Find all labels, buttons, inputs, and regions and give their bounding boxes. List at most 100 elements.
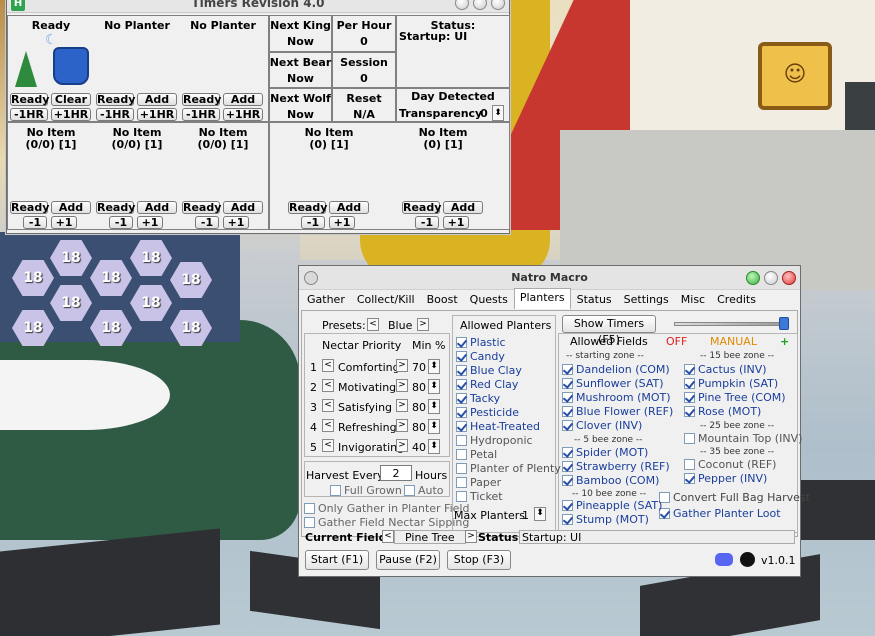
planter-minus-hour-button[interactable]: -1HR xyxy=(10,108,48,121)
item-plus-button[interactable]: +1 xyxy=(137,216,163,229)
field-checkbox[interactable] xyxy=(562,420,573,431)
slider-track[interactable] xyxy=(674,322,788,326)
auto-checkbox[interactable] xyxy=(404,485,415,496)
github-icon[interactable] xyxy=(740,552,755,567)
nectar-next-button[interactable]: > xyxy=(396,439,408,452)
nectar-prev-button[interactable]: < xyxy=(322,379,334,392)
tab-settings[interactable]: Settings xyxy=(618,290,675,309)
item-add-button[interactable]: Add xyxy=(223,201,263,214)
item-minus-button[interactable]: -1 xyxy=(195,216,219,229)
maximize-button[interactable] xyxy=(746,271,760,285)
harvest-hours-input[interactable]: 2 xyxy=(380,465,412,481)
preset-prev-button[interactable]: < xyxy=(367,318,379,331)
tab-quests[interactable]: Quests xyxy=(464,290,514,309)
gather-nectar-checkbox[interactable] xyxy=(304,517,315,528)
tab-gather[interactable]: Gather xyxy=(301,290,351,309)
planter-plus-hour-button[interactable]: +1HR xyxy=(223,108,263,121)
planter-checkbox[interactable] xyxy=(456,449,467,460)
item-plus-button[interactable]: +1 xyxy=(329,216,355,229)
nectar-min-spinner[interactable]: ⬍ xyxy=(428,359,440,374)
tab-status[interactable]: Status xyxy=(571,290,618,309)
field-checkbox[interactable] xyxy=(562,500,573,511)
full-grown-checkbox[interactable] xyxy=(330,485,341,496)
item-ready-button[interactable]: Ready xyxy=(10,201,49,214)
planter-checkbox[interactable] xyxy=(456,393,467,404)
tab-collect-kill[interactable]: Collect/Kill xyxy=(351,290,421,309)
item-ready-button[interactable]: Ready xyxy=(402,201,441,214)
item-add-button[interactable]: Add xyxy=(329,201,369,214)
planter-minus-hour-button[interactable]: -1HR xyxy=(182,108,220,121)
nectar-prev-button[interactable]: < xyxy=(322,419,334,432)
nectar-prev-button[interactable]: < xyxy=(322,359,334,372)
manual-mode-label[interactable]: MANUAL xyxy=(710,335,757,348)
planter-checkbox[interactable] xyxy=(456,421,467,432)
field-checkbox[interactable] xyxy=(562,461,573,472)
minimize-button[interactable] xyxy=(764,271,778,285)
auto-field-off-toggle[interactable]: OFF xyxy=(666,335,687,348)
nectar-min-spinner[interactable]: ⬍ xyxy=(428,379,440,394)
planter-checkbox[interactable] xyxy=(456,337,467,348)
preset-next-button[interactable]: > xyxy=(417,318,429,331)
nectar-next-button[interactable]: > xyxy=(396,419,408,432)
field-checkbox[interactable] xyxy=(562,392,573,403)
tab-planters[interactable]: Planters xyxy=(513,288,571,309)
item-minus-button[interactable]: -1 xyxy=(23,216,47,229)
natro-titlebar[interactable]: Natro Macro xyxy=(299,266,800,290)
field-prev-button[interactable]: < xyxy=(382,530,394,543)
stop-button[interactable]: Stop (F3) xyxy=(447,550,511,570)
slider-thumb[interactable] xyxy=(779,317,789,330)
field-checkbox[interactable] xyxy=(684,433,695,444)
field-checkbox[interactable] xyxy=(684,392,695,403)
item-add-button[interactable]: Add xyxy=(51,201,91,214)
max-planters-spinner[interactable]: ⬍ xyxy=(534,507,546,521)
tab-misc[interactable]: Misc xyxy=(675,290,711,309)
nectar-prev-button[interactable]: < xyxy=(322,399,334,412)
field-checkbox[interactable] xyxy=(562,447,573,458)
planter-clear-button[interactable]: Clear xyxy=(51,93,91,106)
item-plus-button[interactable]: +1 xyxy=(443,216,469,229)
field-checkbox[interactable] xyxy=(684,406,695,417)
field-checkbox[interactable] xyxy=(684,473,695,484)
field-checkbox[interactable] xyxy=(562,514,573,525)
nectar-next-button[interactable]: > xyxy=(396,399,408,412)
close-button[interactable] xyxy=(491,0,505,10)
close-button[interactable] xyxy=(782,271,796,285)
nectar-next-button[interactable]: > xyxy=(396,359,408,372)
planter-ready-button[interactable]: Ready xyxy=(96,93,135,106)
item-plus-button[interactable]: +1 xyxy=(51,216,77,229)
field-checkbox[interactable] xyxy=(684,364,695,375)
planter-checkbox[interactable] xyxy=(456,491,467,502)
field-checkbox[interactable] xyxy=(684,459,695,470)
item-plus-button[interactable]: +1 xyxy=(223,216,249,229)
item-ready-button[interactable]: Ready xyxy=(288,201,327,214)
nectar-min-spinner[interactable]: ⬍ xyxy=(428,439,440,454)
item-add-button[interactable]: Add xyxy=(443,201,483,214)
nectar-min-spinner[interactable]: ⬍ xyxy=(428,399,440,414)
planter-checkbox[interactable] xyxy=(456,351,467,362)
item-minus-button[interactable]: -1 xyxy=(109,216,133,229)
planter-add-button[interactable]: Add xyxy=(223,93,263,106)
planter-checkbox[interactable] xyxy=(456,379,467,390)
nectar-min-spinner[interactable]: ⬍ xyxy=(428,419,440,434)
show-timers-button[interactable]: Show Timers (F5) xyxy=(562,315,656,346)
maximize-button[interactable] xyxy=(473,0,487,10)
tab-boost[interactable]: Boost xyxy=(421,290,464,309)
planter-plus-hour-button[interactable]: +1HR xyxy=(51,108,91,121)
only-gather-checkbox[interactable] xyxy=(304,503,315,514)
field-checkbox[interactable] xyxy=(562,378,573,389)
field-checkbox[interactable] xyxy=(562,475,573,486)
planter-checkbox[interactable] xyxy=(456,365,467,376)
timers-titlebar[interactable]: H Timers Revision 4.0 xyxy=(7,0,509,13)
nectar-prev-button[interactable]: < xyxy=(322,439,334,452)
item-add-button[interactable]: Add xyxy=(137,201,177,214)
discord-icon[interactable] xyxy=(715,553,733,566)
add-field-button[interactable]: + xyxy=(780,335,789,348)
start-button[interactable]: Start (F1) xyxy=(305,550,369,570)
tab-credits[interactable]: Credits xyxy=(711,290,762,309)
planter-checkbox[interactable] xyxy=(456,477,467,488)
planter-minus-hour-button[interactable]: -1HR xyxy=(96,108,134,121)
item-minus-button[interactable]: -1 xyxy=(415,216,439,229)
pause-button[interactable]: Pause (F2) xyxy=(376,550,440,570)
item-ready-button[interactable]: Ready xyxy=(96,201,135,214)
planter-plus-hour-button[interactable]: +1HR xyxy=(137,108,177,121)
